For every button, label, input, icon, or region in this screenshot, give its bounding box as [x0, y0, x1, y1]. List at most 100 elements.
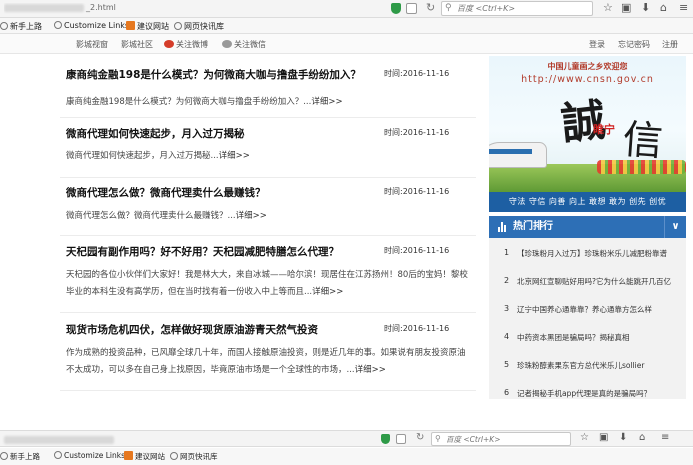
orange-square-icon	[126, 21, 135, 30]
bookmark-newbie[interactable]: 新手上路	[0, 451, 40, 462]
train-icon	[489, 142, 547, 168]
bookmark-web-slices[interactable]: 网页快讯库	[170, 451, 218, 462]
list-item[interactable]: 5 珍珠粉醇素果东官方总代米乐儿sollier	[489, 350, 686, 378]
search-box-bottom[interactable]: ⚲	[431, 432, 571, 446]
article-title[interactable]: 微商代理怎么做？微商代理卖什么最赚钱？	[66, 185, 266, 200]
clipboard-icon[interactable]: ▣	[599, 432, 608, 443]
rank-text: 中药资本黑团是骗局吗？揭秘真相	[517, 333, 630, 342]
bookmark-suggested-sites[interactable]: 建议网站	[126, 21, 169, 32]
more-link[interactable]: 详细>>	[311, 97, 342, 107]
article-summary: 康商纯金融198是什么模式？为何微商大咖与撸盘手纷纷加入？...详细>>	[66, 97, 343, 107]
rank-number: 6	[504, 388, 510, 397]
article-time: 时间:2016-11-16	[384, 324, 450, 333]
divider	[60, 235, 476, 236]
divider	[60, 117, 476, 118]
article-title[interactable]: 天杞园有副作用吗？好不好用？天杞园减肥特膳怎么代理？	[66, 244, 339, 259]
more-link[interactable]: 详细>>	[219, 151, 250, 161]
globe-icon	[54, 21, 62, 29]
clipboard-icon[interactable]: ▣	[621, 1, 631, 14]
globe-icon	[0, 452, 8, 460]
globe-icon	[0, 22, 8, 30]
rank-text: 记者揭秘手机app代理是真的是骗局吗？	[517, 389, 652, 398]
banner-calligraphy-xin: 信	[621, 116, 665, 166]
promo-banner[interactable]: 中国儿童画之乡欢迎您 http://www.cnsn.gov.cn 誠 信 睢宁	[489, 56, 686, 192]
address-bar[interactable]: _2.html	[4, 3, 384, 15]
follow-wechat-link[interactable]: 关注微信	[222, 39, 266, 50]
menu-icon[interactable]: ≡	[679, 1, 688, 14]
more-link[interactable]: 详细>>	[355, 365, 386, 375]
banner-calligraphy-cheng: 誠	[558, 94, 609, 151]
menu-icon[interactable]: ≡	[661, 432, 669, 443]
article-time: 时间:2016-11-16	[384, 128, 450, 137]
more-link[interactable]: 详细>>	[312, 287, 343, 297]
search-box[interactable]: ⚲	[441, 1, 593, 16]
home-icon[interactable]: ⌂	[660, 1, 667, 14]
reload-icon[interactable]: ↻	[416, 432, 424, 443]
orange-square-icon	[124, 451, 133, 460]
shield-icon[interactable]	[381, 434, 390, 444]
article-title[interactable]: 康商纯金融198是什么模式？为何微商大咖与撸盘手纷纷加入？	[66, 67, 361, 82]
bookmark-suggested-sites[interactable]: 建议网站	[124, 451, 165, 462]
url-suffix: _2.html	[86, 3, 116, 12]
article-time: 时间:2016-11-16	[384, 187, 450, 196]
address-bar-bottom[interactable]	[4, 435, 116, 444]
article-summary: 天杞园的各位小伙伴们大家好！我是林大大，来自冰城——哈尔滨！现居住在江苏扬州！8…	[66, 270, 468, 297]
search-icon: ⚲	[445, 3, 452, 13]
search-input-bottom[interactable]	[446, 434, 566, 444]
bookmarks-bar-bottom: 新手上路 Customize Links 建议网站 网页快讯库	[0, 448, 693, 465]
nav-link-yingcheng-window[interactable]: 影城视窗	[76, 39, 108, 50]
star-icon[interactable]: ☆	[603, 1, 613, 14]
bookmark-newbie[interactable]: 新手上路	[0, 21, 42, 32]
list-item[interactable]: 3 辽宁中国养心通靠靠？养心通靠方怎么样	[489, 294, 686, 322]
article-title[interactable]: 现货市场危机四伏，怎样做好现货原油游青天然气投资	[66, 322, 318, 337]
star-icon[interactable]: ☆	[580, 432, 589, 443]
rank-number: 5	[504, 360, 510, 369]
reload-icon[interactable]: ↻	[426, 1, 435, 14]
reader-view-icon[interactable]	[406, 3, 417, 14]
hot-ranking-list: 1 【珍珠粉月入过万】珍珠粉米乐儿减肥粉靠谱 2 北京网红宣聊贴好用吗?它为什么能跳…	[489, 238, 686, 399]
globe-icon	[54, 451, 62, 459]
banner-suining-text: 睢宁	[593, 123, 615, 136]
article-title[interactable]: 微商代理如何快速起步，月入过万揭秘	[66, 126, 245, 141]
article-summary: 微商代理如何快速起步，月入过万揭秘...详细>>	[66, 151, 250, 161]
list-item[interactable]: 2 北京网红宣聊贴好用吗?它为什么能跳开几百亿	[489, 266, 686, 294]
rank-number: 4	[504, 332, 510, 341]
bookmarks-bar: 新手上路 Customize Links 建议网站 网页快讯库	[0, 18, 693, 34]
list-item[interactable]: 6 记者揭秘手机app代理是真的是骗局吗？	[489, 378, 686, 399]
rank-text: 辽宁中国养心通靠靠？养心通靠方怎么样	[517, 305, 652, 314]
home-icon[interactable]: ⌂	[639, 432, 645, 443]
register-link[interactable]: 注册	[662, 39, 678, 50]
divider	[60, 390, 476, 391]
hot-ranking-header: 热门排行 ∨	[489, 216, 686, 238]
chevron-down-icon[interactable]: ∨	[664, 216, 686, 238]
login-link[interactable]: 登录	[589, 39, 605, 50]
list-item[interactable]: 1 【珍珠粉月入过万】珍珠粉米乐儿减肥粉靠谱	[489, 238, 686, 266]
wechat-icon	[222, 40, 232, 48]
list-item[interactable]: 4 中药资本黑团是骗局吗？揭秘真相	[489, 322, 686, 350]
divider	[60, 312, 476, 313]
more-link[interactable]: 详细>>	[236, 211, 267, 221]
download-icon[interactable]: ⬇	[641, 1, 650, 14]
weibo-icon	[164, 40, 174, 48]
blank-area	[0, 399, 693, 430]
follow-weibo-link[interactable]: 关注微博	[164, 39, 208, 50]
blurred-url	[4, 3, 84, 12]
nav-link-yingcheng-community[interactable]: 影城社区	[121, 39, 153, 50]
shield-icon[interactable]	[391, 3, 401, 14]
divider	[60, 177, 476, 178]
site-header: 影城视窗 影城社区 关注微博 关注微信 登录 忘记密码 注册	[0, 34, 693, 54]
bookmark-customize-links[interactable]: Customize Links	[54, 451, 125, 460]
search-input[interactable]	[457, 3, 589, 14]
browser-navbar: _2.html ↻ ⚲ ☆ ▣ ⬇ ⌂ ≡	[0, 0, 693, 18]
bookmark-web-slices[interactable]: 网页快讯库	[174, 21, 224, 32]
bookmark-customize-links[interactable]: Customize Links	[54, 21, 129, 30]
forgot-password-link[interactable]: 忘记密码	[618, 39, 650, 50]
search-icon: ⚲	[435, 434, 441, 443]
article-summary: 作为成熟的投资品种，已风靡全球几十年，而国人接触原油投资，则是近几年的事。如果说…	[66, 348, 466, 375]
download-icon[interactable]: ⬇	[619, 432, 627, 443]
rank-text: 北京网红宣聊贴好用吗?它为什么能跳开几百亿	[517, 277, 671, 286]
browser-navbar-bottom: ↻ ⚲ ☆ ▣ ⬇ ⌂ ≡	[0, 430, 693, 447]
hot-ranking-title: 热门排行	[513, 221, 553, 232]
article-summary: 微商代理怎么做？微商代理卖什么最赚钱？...详细>>	[66, 211, 267, 221]
reader-view-icon[interactable]	[396, 434, 406, 444]
